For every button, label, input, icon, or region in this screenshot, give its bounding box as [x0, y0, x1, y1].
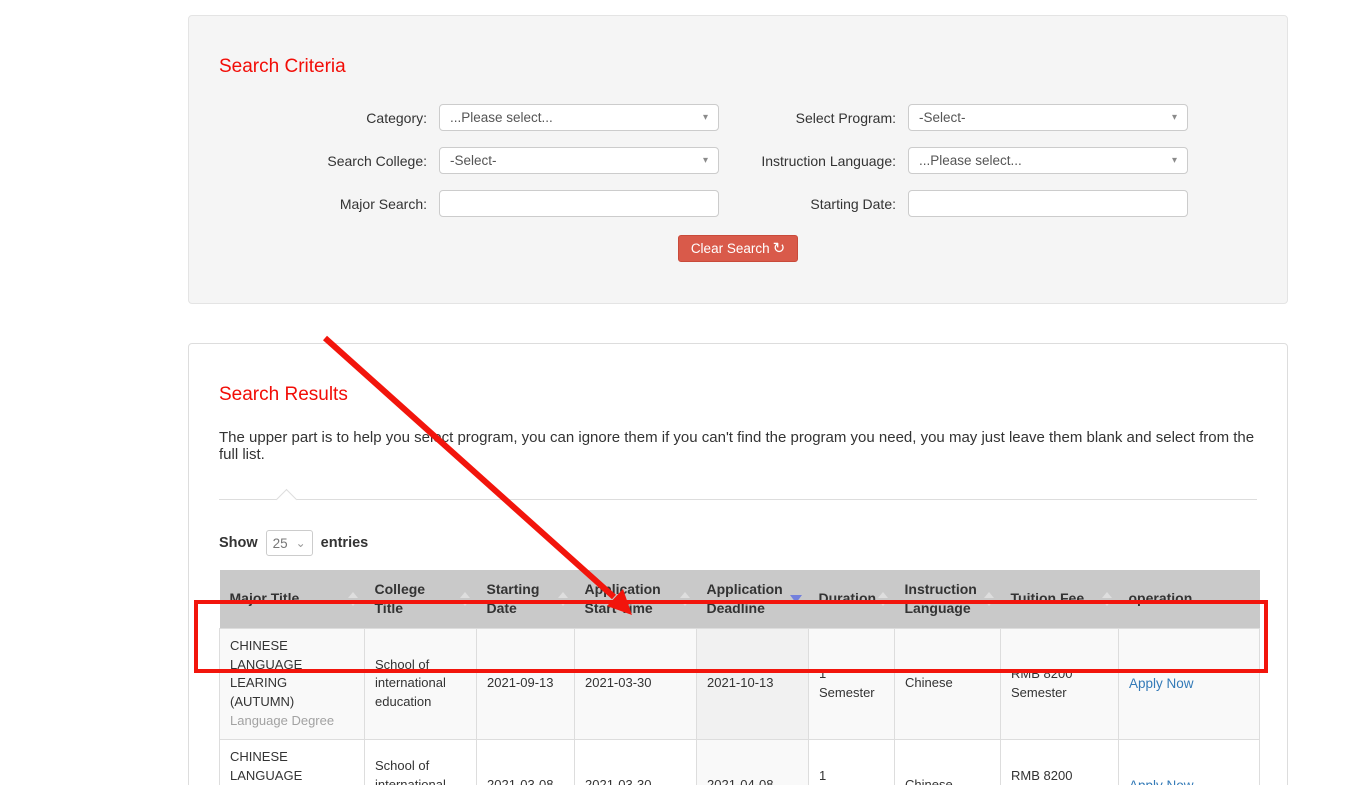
column-label: Duration — [819, 590, 877, 606]
search-results-panel: Search Results The upper part is to help… — [188, 343, 1288, 785]
column-label: College Title — [375, 581, 426, 616]
page-size-value: 25 — [273, 536, 288, 551]
results-table: Major Title College Title Starting Date … — [219, 570, 1260, 785]
instruction-language-value: ...Please select... — [919, 153, 1022, 168]
search-college-value: -Select- — [450, 153, 497, 168]
search-criteria-title: Search Criteria — [219, 56, 1257, 78]
sort-icon — [460, 592, 470, 606]
refresh-icon: ↻ — [773, 241, 786, 256]
results-description: The upper part is to help you select pro… — [219, 429, 1257, 463]
search-college-select[interactable]: -Select- ▾ — [439, 147, 719, 174]
search-criteria-form: Category: ...Please select... ▾ Select P… — [219, 104, 1257, 217]
sort-icon — [1102, 592, 1112, 606]
table-row: CHINESE LANGUAGE LEARING (AUTUMN) Langua… — [220, 628, 1260, 739]
cell-major-title: CHINESE LANGUAGE LEARING (AUTUMN) Langua… — [220, 628, 365, 739]
page-size-select[interactable]: 25 ⌄ — [266, 530, 313, 556]
cell-tuition: RMB 8200 Semester — [1001, 628, 1119, 739]
column-header-operation[interactable]: operation — [1119, 570, 1260, 628]
column-label: Starting Date — [487, 581, 540, 616]
chevron-down-icon: ▾ — [703, 112, 708, 123]
section-divider — [219, 499, 1257, 500]
sort-icon — [680, 592, 690, 606]
column-header-instruction-language[interactable]: Instruction Language — [895, 570, 1001, 628]
category-label: Category: — [219, 110, 439, 126]
column-label: Tuition Fee — [1011, 590, 1085, 606]
sort-icon — [558, 592, 568, 606]
cell-application-start: 2021-03-30 — [575, 628, 697, 739]
column-header-major-title[interactable]: Major Title — [220, 570, 365, 628]
major-title-text: CHINESE LANGUAGE LEARING (AUTUMN) — [230, 637, 354, 712]
table-header-row: Major Title College Title Starting Date … — [220, 570, 1260, 628]
clear-search-label: Clear Search — [691, 241, 770, 256]
column-label: Application Start Time — [585, 581, 661, 616]
instruction-language-select[interactable]: ...Please select... ▾ — [908, 147, 1188, 174]
cell-starting-date: 2021-09-13 — [477, 628, 575, 739]
chevron-down-icon: ▾ — [1172, 155, 1177, 166]
starting-date-input[interactable] — [908, 190, 1188, 217]
chevron-down-icon: ▾ — [1172, 112, 1177, 123]
cell-starting-date: 2021-03-08 — [477, 740, 575, 785]
major-search-label: Major Search: — [219, 196, 439, 212]
instruction-language-label: Instruction Language: — [719, 153, 908, 169]
apply-now-link[interactable]: Apply Now — [1129, 676, 1194, 691]
apply-now-link[interactable]: Apply Now — [1129, 778, 1194, 785]
cell-application-deadline: 2021-10-13 — [697, 628, 809, 739]
column-header-application-start-time[interactable]: Application Start Time — [575, 570, 697, 628]
cell-college: School of international education — [365, 628, 477, 739]
sort-icon — [984, 592, 994, 606]
cell-application-start: 2021-03-30 — [575, 740, 697, 785]
search-college-label: Search College: — [219, 153, 439, 169]
column-label: Instruction Language — [905, 581, 977, 616]
sort-icon — [348, 592, 358, 606]
column-label: operation — [1129, 590, 1193, 606]
select-program-label: Select Program: — [719, 110, 908, 126]
search-results-title: Search Results — [219, 384, 1257, 406]
category-select-value: ...Please select... — [450, 110, 553, 125]
table-row: CHINESE LANGUAGE LEARING (SPRING) Langua… — [220, 740, 1260, 785]
column-label: Major Title — [230, 590, 300, 606]
column-header-college-title[interactable]: College Title — [365, 570, 477, 628]
sort-icon — [878, 592, 888, 606]
show-label: Show — [219, 535, 258, 551]
category-select[interactable]: ...Please select... ▾ — [439, 104, 719, 131]
column-header-tuition-fee[interactable]: Tuition Fee — [1001, 570, 1119, 628]
major-title-text: CHINESE LANGUAGE LEARING (SPRING) — [230, 748, 354, 785]
sort-desc-icon — [790, 595, 802, 603]
column-header-application-deadline[interactable]: Application Deadline — [697, 570, 809, 628]
cell-tuition: RMB 8200 Semester — [1001, 740, 1119, 785]
select-program-value: -Select- — [919, 110, 966, 125]
entries-label: entries — [321, 535, 369, 551]
cell-college: School of international education — [365, 740, 477, 785]
show-entries-bar: Show 25 ⌄ entries — [219, 530, 1257, 556]
cell-operation: Apply Now — [1119, 628, 1260, 739]
clear-search-button[interactable]: Clear Search ↻ — [678, 235, 798, 262]
major-search-input[interactable] — [439, 190, 719, 217]
cell-major-title: CHINESE LANGUAGE LEARING (SPRING) Langua… — [220, 740, 365, 785]
cell-duration: 1 Semester — [809, 740, 895, 785]
column-header-duration[interactable]: Duration — [809, 570, 895, 628]
caret-up-pointer — [276, 489, 297, 510]
chevron-down-icon: ▾ — [703, 155, 708, 166]
cell-language: Chinese — [895, 628, 1001, 739]
cell-application-deadline: 2021-04-08 — [697, 740, 809, 785]
select-program-select[interactable]: -Select- ▾ — [908, 104, 1188, 131]
degree-text: Language Degree — [230, 712, 354, 731]
column-label: Application Deadline — [707, 581, 783, 616]
chevron-down-icon: ⌄ — [296, 536, 306, 550]
cell-language: Chinese — [895, 740, 1001, 785]
column-header-starting-date[interactable]: Starting Date — [477, 570, 575, 628]
cell-duration: 1 Semester — [809, 628, 895, 739]
cell-operation: Apply Now — [1119, 740, 1260, 785]
search-criteria-panel: Search Criteria Category: ...Please sele… — [188, 15, 1288, 304]
starting-date-label: Starting Date: — [719, 196, 908, 212]
